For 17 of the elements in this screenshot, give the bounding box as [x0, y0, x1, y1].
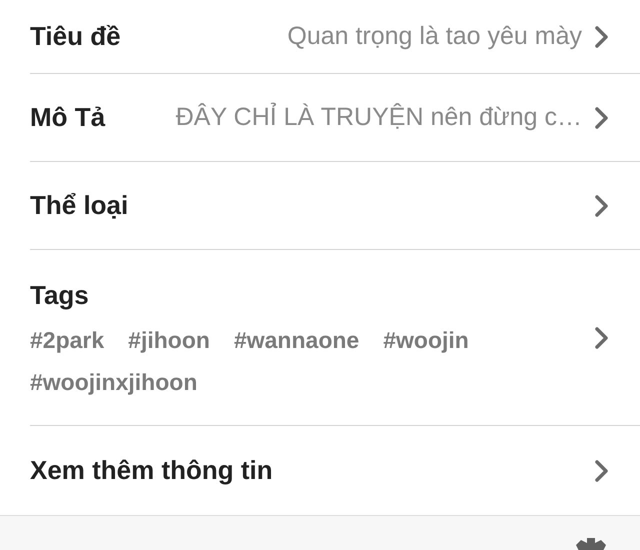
- chevron-right-icon: [594, 458, 610, 482]
- row-label: Tiêu đề: [30, 20, 121, 53]
- tag-link[interactable]: #woojin: [383, 322, 469, 357]
- row-value: ĐÂY CHỈ LÀ TRUYỆN nên đừng c…: [174, 102, 582, 133]
- chevron-right-icon: [594, 194, 610, 218]
- chevron-right-icon: [594, 326, 610, 350]
- row-label: Thể loại: [30, 189, 128, 222]
- tag-link[interactable]: #wannaone: [234, 322, 360, 357]
- chevron-right-icon: [594, 24, 610, 48]
- row-label: Xem thêm thông tin: [30, 454, 273, 487]
- tag-link[interactable]: #woojinxjihoon: [30, 365, 198, 400]
- tag-link[interactable]: #jihoon: [128, 322, 210, 357]
- tag-link[interactable]: #2park: [30, 322, 104, 357]
- row-value: Quan trọng là tao yêu mày: [286, 20, 582, 52]
- row-label: Tags: [30, 278, 90, 312]
- chevron-right-icon: [594, 106, 610, 130]
- row-label: Mô Tả: [30, 101, 106, 134]
